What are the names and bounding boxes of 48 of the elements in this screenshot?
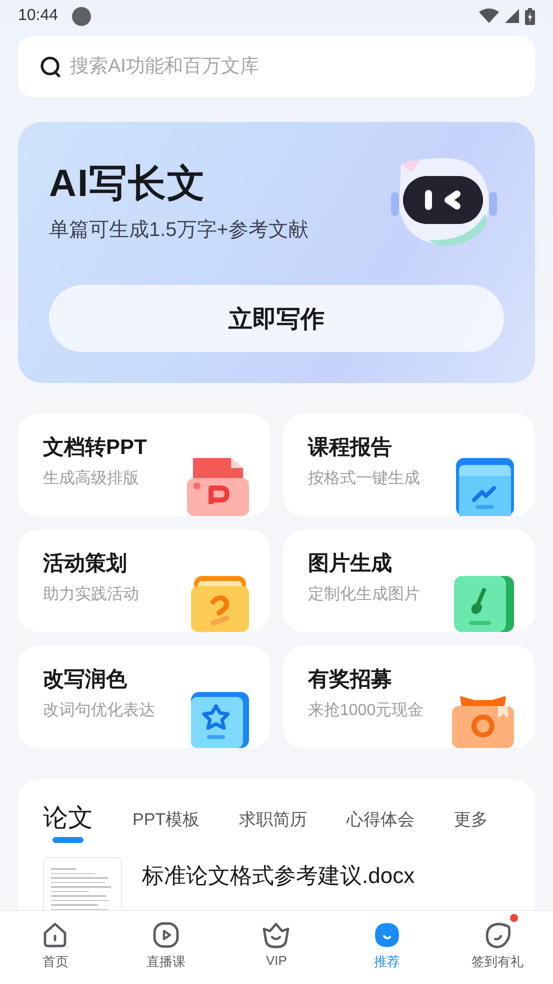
tool-card[interactable]: 图片生成 定制化生成图片	[283, 530, 535, 632]
battery-icon	[525, 8, 535, 24]
tool-subtitle: 生成高级排版	[43, 468, 140, 489]
folder-icon	[191, 576, 249, 632]
category-tab[interactable]: 更多	[454, 808, 488, 843]
search-field[interactable]: 搜索AI功能和百万文库	[18, 36, 535, 97]
clock-time: 10:44	[18, 7, 58, 25]
nav-tab[interactable]: 签到有礼	[442, 911, 553, 984]
play-icon	[152, 921, 180, 949]
crown-icon	[261, 921, 292, 949]
tool-card[interactable]: 活动策划 助力实践活动	[18, 530, 270, 632]
tool-subtitle: 定制化生成图片	[308, 584, 420, 605]
banner-title: AI写长文	[49, 162, 206, 207]
smile-icon	[484, 921, 512, 949]
nav-tab[interactable]: 直播课	[110, 911, 222, 984]
tool-subtitle: 按格式一键生成	[308, 468, 420, 489]
signal-icon	[505, 9, 519, 23]
tool-title: 改写润色	[43, 666, 128, 693]
tool-card[interactable]: 文档转PPT 生成高级排版	[18, 414, 270, 516]
wifi-icon	[479, 8, 499, 24]
tool-subtitle: 助力实践活动	[43, 584, 139, 605]
chart-folder-icon	[456, 458, 514, 516]
category-tab[interactable]: 心得体会	[346, 808, 415, 843]
nav-tab[interactable]: 首页	[0, 911, 111, 984]
tool-card[interactable]: 改写润色 改词句优化表达	[18, 646, 270, 748]
banner-subtitle: 单篇可生成1.5万字+参考文献	[49, 218, 308, 243]
search-icon	[40, 56, 62, 78]
tool-subtitle: 来抢1000元现金	[308, 700, 424, 721]
tool-title: 活动策划	[43, 551, 128, 577]
blob-icon	[373, 921, 402, 949]
category-tab[interactable]: PPT模板	[132, 808, 200, 843]
tool-card[interactable]: 有奖招募 来抢1000元现金	[283, 646, 535, 748]
tool-title: 图片生成	[308, 551, 393, 577]
brush-book-icon	[454, 576, 514, 632]
tool-title: 课程报告	[308, 435, 393, 461]
category-tab[interactable]: 求职简历	[239, 808, 308, 843]
notification-icon	[72, 6, 92, 26]
category-tab[interactable]: 论文	[43, 801, 93, 843]
tool-card[interactable]: 课程报告 按格式一键生成	[283, 414, 535, 516]
write-now-button[interactable]: 立即写作	[49, 285, 504, 352]
nav-tab[interactable]: VIP	[221, 911, 332, 984]
document-title[interactable]: 标准论文格式参考建议.docx	[142, 861, 415, 891]
tool-title: 文档转PPT	[43, 435, 147, 461]
star-book-icon	[191, 692, 249, 748]
tool-title: 有奖招募	[308, 667, 393, 693]
ppt-folder-icon	[187, 458, 249, 516]
tool-subtitle: 改词句优化表达	[43, 700, 155, 721]
tab-indicator	[52, 837, 84, 843]
